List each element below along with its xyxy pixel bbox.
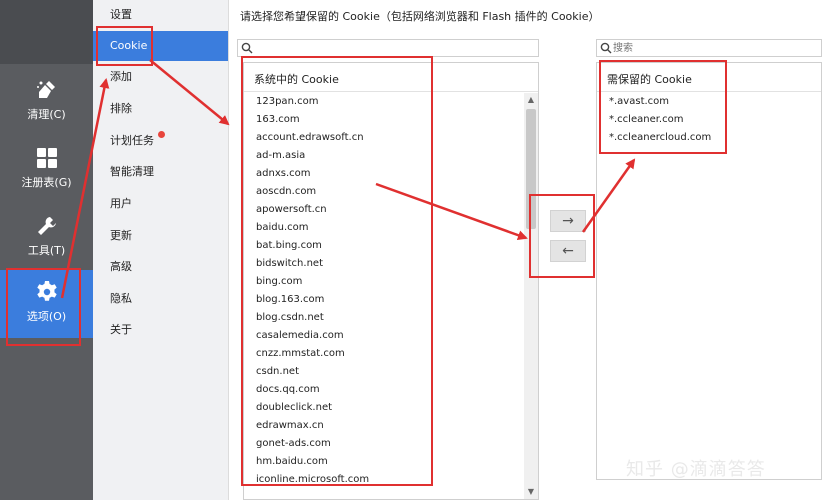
list-item[interactable]: casalemedia.com [244,327,538,345]
list-item[interactable]: *.avast.com [597,93,821,111]
main-sidebar: 清理(C) 注册表(G) 工具(T) 选项(O) [0,0,93,500]
menu-item-add[interactable]: 添加 [93,62,228,92]
menu-item-label: 设置 [110,8,132,21]
right-search-input[interactable] [613,41,793,55]
sidebar-item-clean[interactable]: 清理(C) [0,68,93,136]
menu-item-exclude[interactable]: 排除 [93,94,228,124]
list-item[interactable]: blog.csdn.net [244,309,538,327]
gear-icon [36,281,57,301]
sidebar-item-options[interactable]: 选项(O) [0,270,93,338]
list-item[interactable]: baidu.com [244,219,538,237]
wrench-icon [37,217,56,235]
menu-item-label: 隐私 [110,292,132,305]
sidebar-item-registry[interactable]: 注册表(G) [0,136,93,204]
list-item[interactable]: iconline.microsoft.com [244,471,538,489]
sidebar-item-label: 注册表(G) [21,176,72,189]
sidebar-item-tools[interactable]: 工具(T) [0,204,93,272]
menu-item-cookie[interactable]: Cookie [93,31,228,61]
menu-item-users[interactable]: 用户 [93,189,228,219]
notification-badge [158,131,165,138]
left-search-box[interactable] [237,39,539,57]
list-item[interactable]: cnzz.mmstat.com [244,345,538,363]
list-item[interactable]: adnxs.com [244,165,538,183]
menu-item-privacy[interactable]: 隐私 [93,284,228,314]
menu-item-label: 排除 [110,102,132,115]
options-menu: 设置 Cookie 添加 排除 计划任务 智能清理 用户 更新 高级 隐私 关于 [93,0,229,500]
keep-cookie-title: 需保留的 Cookie [607,73,692,86]
list-scrollbar[interactable]: ▲ ▼ [524,93,538,499]
move-left-button[interactable]: ← [550,240,586,262]
menu-item-settings[interactable]: 设置 [93,0,228,30]
list-item[interactable]: edrawmax.cn [244,417,538,435]
system-cookie-panel: 系统中的 Cookie 123pan.com 163.com account.edr… [243,62,539,500]
menu-item-smart-clean[interactable]: 智能清理 [93,157,228,187]
list-item[interactable]: account.edrawsoft.cn [244,129,538,147]
scroll-down-icon[interactable]: ▼ [524,485,538,499]
list-item[interactable]: 123pan.com [244,93,538,111]
menu-item-label: 计划任务 [110,134,154,147]
list-item[interactable]: gonet-ads.com [244,435,538,453]
left-search-input[interactable] [254,41,494,55]
divider [244,91,538,92]
list-item[interactable]: aoscdn.com [244,183,538,201]
watermark: 知乎 @滴滴答答 [626,459,766,480]
scroll-up-icon[interactable]: ▲ [524,93,538,107]
menu-item-label: 更新 [110,229,132,242]
menu-item-label: 关于 [110,323,132,336]
menu-item-scheduled-tasks[interactable]: 计划任务 [93,126,228,156]
list-item[interactable]: bidswitch.net [244,255,538,273]
list-item[interactable]: hm.baidu.com [244,453,538,471]
keep-cookie-panel: 需保留的 Cookie *.avast.com *.ccleaner.com *.c… [596,62,822,480]
menu-item-label: 高级 [110,260,132,273]
right-search-box[interactable] [596,39,822,57]
menu-item-about[interactable]: 关于 [93,315,228,345]
system-cookie-list[interactable]: 123pan.com 163.com account.edrawsoft.cn ad-… [244,93,538,499]
sidebar-item-label: 工具(T) [27,244,66,257]
list-item[interactable]: csdn.net [244,363,538,381]
list-item[interactable]: blog.163.com [244,291,538,309]
list-item[interactable]: 163.com [244,111,538,129]
keep-cookie-list[interactable]: *.avast.com *.ccleaner.com *.ccleanercloud… [597,93,821,479]
menu-item-label: 智能清理 [110,165,154,178]
broom-icon [36,81,55,98]
sidebar-header [0,0,93,64]
system-cookie-title: 系统中的 Cookie [254,73,339,86]
list-item[interactable]: bat.bing.com [244,237,538,255]
list-item[interactable]: apowersoft.cn [244,201,538,219]
menu-item-label: 添加 [110,70,132,83]
search-icon [241,42,253,54]
move-right-button[interactable]: → [550,210,586,232]
divider [597,91,821,92]
list-item[interactable]: bing.com [244,273,538,291]
list-item[interactable]: doubleclick.net [244,399,538,417]
list-item[interactable]: *.ccleanercloud.com [597,129,821,147]
list-item[interactable]: docs.qq.com [244,381,538,399]
menu-item-label: 用户 [110,197,132,210]
page-heading: 请选择您希望保留的 Cookie（包括网络浏览器和 Flash 插件的 Cook… [240,10,600,23]
menu-item-advanced[interactable]: 高级 [93,252,228,282]
menu-item-label: Cookie [110,39,148,52]
registry-grid-icon [36,148,57,168]
sidebar-item-label: 清理(C) [27,108,66,121]
list-item[interactable]: *.ccleaner.com [597,111,821,129]
search-icon [600,42,612,54]
sidebar-item-label: 选项(O) [26,310,67,323]
scrollbar-thumb[interactable] [526,109,536,229]
menu-item-update[interactable]: 更新 [93,221,228,251]
list-item[interactable]: ad-m.asia [244,147,538,165]
